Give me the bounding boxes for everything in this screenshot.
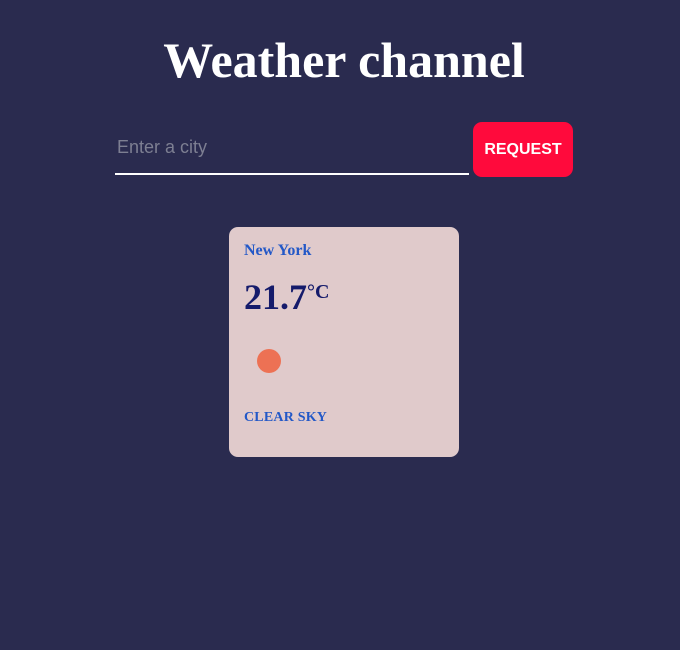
temperature-value: 21.7 xyxy=(244,277,307,317)
city-name: New York xyxy=(244,242,312,259)
city-search-input[interactable] xyxy=(115,122,469,175)
weather-description: CLEAR SKY xyxy=(244,410,328,425)
sun-icon xyxy=(257,349,281,373)
temperature: 21.7°C xyxy=(244,275,329,319)
page-title: Weather channel xyxy=(163,32,525,88)
temperature-unit: °C xyxy=(307,281,330,303)
search-form: REQUEST xyxy=(115,122,573,177)
request-button[interactable]: REQUEST xyxy=(473,122,573,177)
weather-card: New York 21.7°C CLEAR SKY xyxy=(229,227,459,457)
